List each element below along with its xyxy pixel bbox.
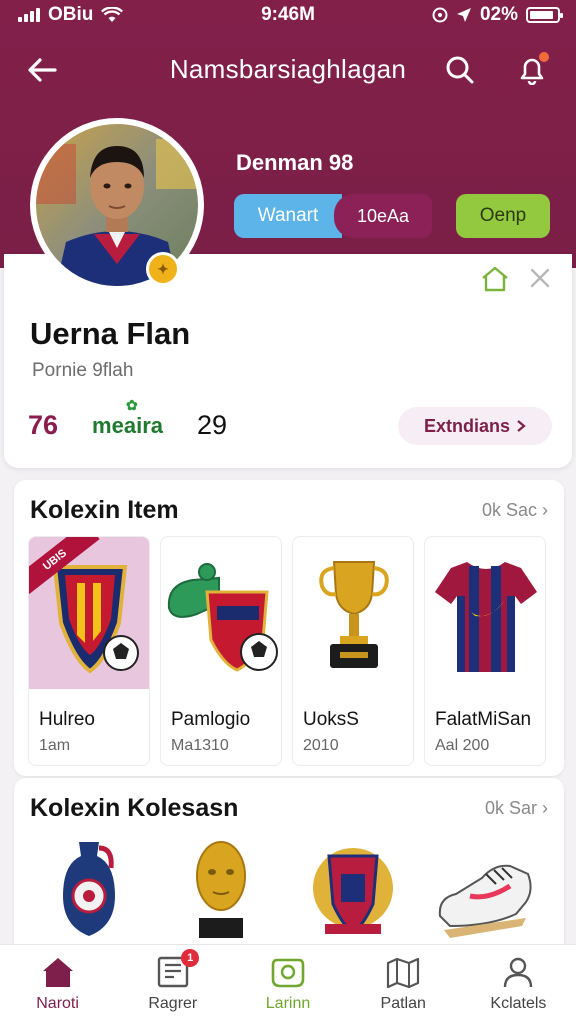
shop-icon bbox=[271, 958, 305, 988]
trophy-icon bbox=[319, 561, 389, 668]
battery-icon bbox=[526, 7, 563, 23]
chip-right[interactable]: 10eAa bbox=[334, 194, 432, 238]
notifications-button[interactable] bbox=[510, 48, 554, 92]
tab-news[interactable]: 1 Ragrer bbox=[115, 945, 230, 1024]
sponsor-logo: ✿ meaira bbox=[92, 397, 163, 439]
item-subtitle: 2010 bbox=[303, 737, 339, 754]
tab-label: Kclatels bbox=[490, 995, 547, 1012]
tab-label: Larinn bbox=[265, 995, 311, 1012]
status-bar: OBiu 9:46M 02% bbox=[0, 0, 576, 32]
section-title: Kolexin Item bbox=[30, 496, 179, 524]
tab-home[interactable]: Naroti bbox=[0, 945, 115, 1024]
battery-level bbox=[530, 11, 554, 19]
player-full-name: Uerna Flan bbox=[30, 316, 191, 351]
leaf-icon: ✿ bbox=[126, 396, 138, 413]
chevron-right-icon bbox=[517, 420, 526, 432]
bottom-tab-bar: Naroti 1 Ragrer Larinn Patlan Kclatels bbox=[0, 944, 576, 1024]
page-title: Namsbarsiaghlagan bbox=[169, 54, 407, 84]
item-name: Pamlogio bbox=[171, 709, 251, 730]
collection-item[interactable]: UoksS 2010 bbox=[292, 536, 414, 766]
tab-profile[interactable]: Kclatels bbox=[461, 945, 576, 1024]
notification-dot bbox=[537, 50, 551, 64]
golden-bust-icon bbox=[196, 841, 246, 938]
open-button[interactable]: Oenp bbox=[456, 194, 550, 238]
stats-row: 76 ✿ meaira 29 bbox=[28, 397, 228, 441]
item-subtitle: 1am bbox=[39, 737, 71, 754]
see-all-link[interactable]: 0k Sar › bbox=[485, 798, 548, 819]
search-button[interactable] bbox=[438, 48, 482, 92]
football-boot-icon bbox=[438, 864, 532, 938]
see-all-label: 0k Sac bbox=[481, 500, 537, 520]
item-collection-section: Kolexin Item 0k Sac › UBIS Hulreo 1am Pa… bbox=[14, 480, 564, 776]
extensions-button[interactable]: Extndians bbox=[398, 407, 552, 445]
whistle-shield-icon bbox=[167, 563, 278, 672]
close-icon[interactable] bbox=[528, 266, 552, 290]
stat-value: 76 bbox=[28, 410, 59, 440]
home-icon bbox=[42, 958, 73, 987]
alarm-icon bbox=[432, 7, 448, 23]
collection-item[interactable]: Pamlogio Ma1310 bbox=[160, 536, 282, 766]
sponsor-label: meaira bbox=[92, 412, 163, 438]
chip-left[interactable]: Wanart bbox=[234, 194, 342, 238]
item-name: UoksS bbox=[303, 709, 359, 730]
item-name: FalatMiSan bbox=[435, 709, 532, 730]
profile-icon bbox=[504, 957, 533, 988]
map-icon bbox=[387, 957, 420, 989]
home-outline-icon[interactable] bbox=[480, 266, 510, 292]
battery-percent: 02% bbox=[479, 4, 518, 25]
tab-label: Ragrer bbox=[148, 995, 198, 1012]
club-badge-icon bbox=[313, 848, 393, 934]
player-chips: Wanart 10eAa bbox=[234, 194, 432, 238]
tab-shop[interactable]: Larinn bbox=[230, 945, 345, 1024]
vase-icon bbox=[63, 842, 115, 936]
item-subtitle: Ma1310 bbox=[171, 737, 229, 754]
item-subtitle: Aal 200 bbox=[435, 737, 490, 754]
see-all-label: 0k Sar bbox=[484, 798, 537, 818]
tab-label: Naroti bbox=[36, 995, 79, 1012]
section-title: Kolexin Kolesasn bbox=[30, 794, 239, 822]
location-icon bbox=[456, 8, 471, 22]
extensions-label: Extndians bbox=[423, 415, 511, 436]
collection-item[interactable]: FalatMiSan Aal 200 bbox=[424, 536, 546, 766]
player-name-heading: Denman 98 bbox=[236, 150, 354, 175]
stat-count: 29 bbox=[197, 410, 228, 440]
collection-item[interactable]: UBIS Hulreo 1am bbox=[28, 536, 150, 766]
jersey-icon bbox=[435, 562, 537, 672]
tab-badge: 1 bbox=[181, 949, 200, 967]
see-all-link[interactable]: 0k Sac › bbox=[482, 500, 548, 521]
item-name: Hulreo bbox=[39, 709, 95, 730]
verified-badge-icon: ✦ bbox=[146, 252, 180, 286]
tab-map[interactable]: Patlan bbox=[346, 945, 461, 1024]
top-nav: Namsbarsiaghlagan bbox=[0, 40, 576, 98]
player-subtitle: Pornie 9flah bbox=[32, 360, 134, 381]
search-icon bbox=[446, 56, 474, 84]
tab-label: Patlan bbox=[380, 995, 426, 1012]
